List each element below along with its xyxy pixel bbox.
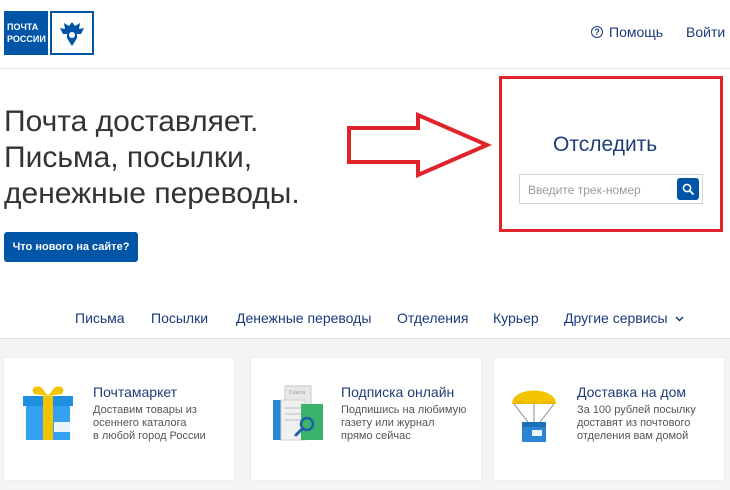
card-pochtamarket[interactable]: Почтамаркет Доставим товары из осеннего … [4, 358, 234, 480]
nav-item-courier[interactable]: Курьер [493, 310, 539, 326]
help-link[interactable]: ? Помощь [591, 24, 663, 40]
card-title: Почтамаркет [93, 384, 178, 400]
card-subscription[interactable]: Газета Подписка онлайн Подпишись на люби… [251, 358, 481, 480]
login-link[interactable]: Войти [686, 24, 725, 40]
tracking-title: Отследить [553, 133, 658, 156]
nav-item-money-transfers[interactable]: Денежные переводы [236, 310, 371, 326]
eagle-emblem-icon [50, 11, 94, 55]
card-title: Подписка онлайн [341, 384, 455, 400]
nav-item-parcels[interactable]: Посылки [151, 310, 208, 326]
help-icon: ? [591, 26, 603, 38]
svg-text:Газета: Газета [289, 390, 306, 396]
card-description: Доставим товары из осеннего каталога в л… [93, 404, 206, 442]
whats-new-button[interactable]: Что нового на сайте? [4, 232, 138, 262]
card-home-delivery[interactable]: Доставка на дом За 100 рублей посылку до… [494, 358, 724, 480]
tracking-number-input[interactable] [520, 175, 680, 205]
header-divider [0, 68, 730, 69]
card-description: Подпишись на любимую газету или журнал п… [341, 404, 467, 442]
logo[interactable]: ПОЧТА РОССИИ [4, 11, 94, 57]
help-label: Помощь [609, 24, 664, 40]
nav-item-offices[interactable]: Отделения [397, 310, 468, 326]
hero-title-line2: Письма, посылки, [4, 141, 253, 174]
nav-item-other-services[interactable]: Другие сервисы [564, 310, 684, 326]
nav-item-other-services-label: Другие сервисы [564, 310, 668, 326]
nav-item-letters[interactable]: Письма [75, 310, 125, 326]
logo-line1: ПОЧТА [7, 22, 39, 32]
hero-title-line1: Почта доставляет. [4, 105, 259, 138]
logo-wordmark: ПОЧТА РОССИИ [4, 11, 48, 55]
hero-title-line3: денежные переводы. [4, 177, 300, 210]
chevron-down-icon [674, 316, 684, 322]
card-title: Доставка на дом [577, 384, 686, 400]
tracking-input-group [519, 174, 703, 205]
card-description: За 100 рублей посылку доставят из почтов… [577, 404, 696, 442]
search-button[interactable] [677, 178, 699, 200]
parachute-parcel-icon [512, 390, 556, 442]
search-icon [682, 183, 694, 195]
main-nav: Письма Посылки Денежные переводы Отделен… [0, 310, 730, 326]
newspaper-magnifier-icon: Газета [273, 385, 323, 441]
hero-title: Почта доставляет. Письма, посылки, денеж… [4, 104, 334, 212]
gift-box-icon [23, 386, 73, 440]
logo-line2: РОССИИ [7, 34, 46, 44]
red-arrow-annotation [347, 112, 493, 178]
